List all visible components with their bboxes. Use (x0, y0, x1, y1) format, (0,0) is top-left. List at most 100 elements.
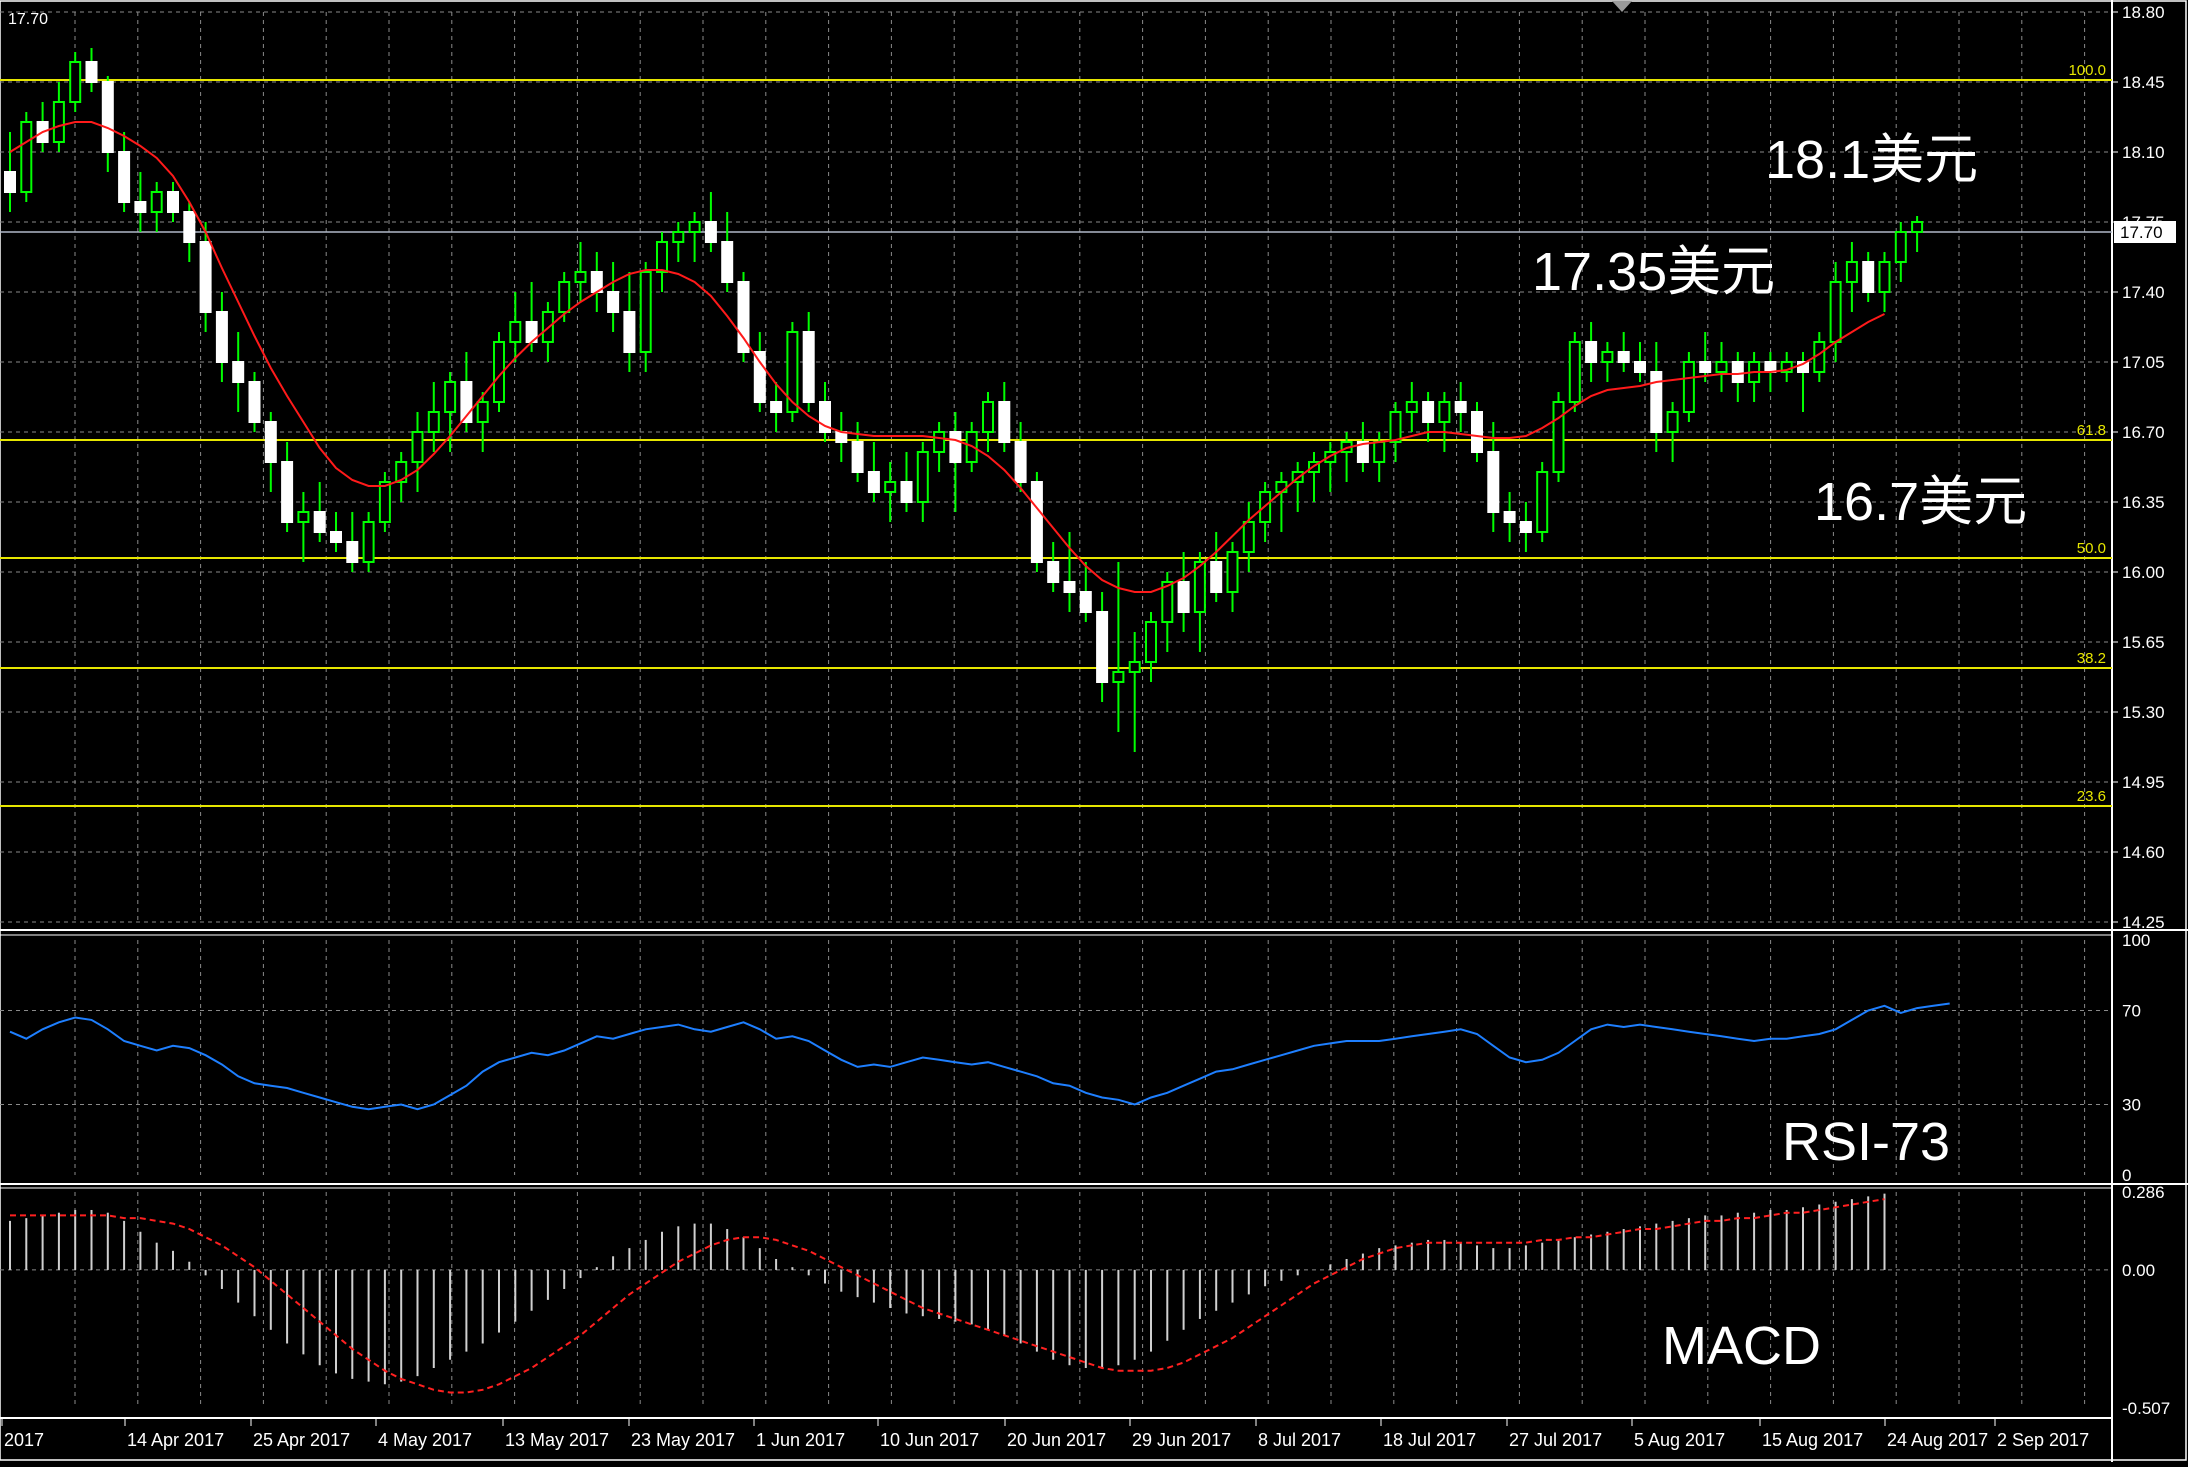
candle-body[interactable] (623, 311, 636, 353)
candle-body[interactable] (721, 241, 734, 283)
candle-body[interactable] (704, 221, 717, 243)
candle-body[interactable] (1666, 411, 1679, 433)
candle-body[interactable] (1389, 411, 1402, 443)
candle-body[interactable] (558, 281, 571, 313)
candle-body[interactable] (1030, 481, 1043, 563)
candle-body[interactable] (313, 511, 326, 533)
candle-body[interactable] (607, 291, 620, 313)
candle-body[interactable] (786, 331, 799, 413)
candle-body[interactable] (1552, 401, 1565, 473)
candle-body[interactable] (574, 271, 587, 283)
candle-body[interactable] (1096, 611, 1109, 683)
candle-body[interactable] (1601, 351, 1614, 363)
candle-body[interactable] (1063, 581, 1076, 593)
candle-body[interactable] (362, 521, 375, 563)
candle-body[interactable] (1731, 361, 1744, 383)
candle-body[interactable] (982, 401, 994, 433)
candle-body[interactable] (378, 481, 391, 523)
candle-body[interactable] (476, 401, 489, 423)
candle-body[interactable] (672, 231, 685, 243)
candle-body[interactable] (835, 431, 848, 443)
price-annotation: 16.7美元 (1814, 472, 2027, 532)
candle-body[interactable] (1422, 401, 1435, 423)
fib-level-label: 61.8 (2077, 422, 2106, 439)
candle-body[interactable] (1275, 481, 1288, 493)
candle-body[interactable] (248, 381, 261, 423)
candle-body[interactable] (118, 151, 131, 203)
candle-body[interactable] (346, 541, 359, 563)
candle-body[interactable] (1894, 231, 1907, 263)
chart-shift-marker[interactable] (1612, 1, 1632, 12)
candle-body[interactable] (753, 351, 766, 403)
candle-body[interactable] (998, 401, 1011, 443)
candle-body[interactable] (297, 511, 310, 523)
candle-body[interactable] (1715, 361, 1728, 373)
candle-body[interactable] (20, 121, 33, 193)
candle-body[interactable] (199, 241, 212, 313)
candle-body[interactable] (1585, 341, 1598, 363)
candle-body[interactable] (1568, 341, 1581, 403)
candle-body[interactable] (1617, 351, 1630, 363)
candle-body[interactable] (1519, 521, 1532, 533)
price-chart-svg[interactable]: 18.8018.4518.1017.7517.4017.0516.7016.35… (0, 0, 2188, 1462)
candle-body[interactable] (281, 461, 294, 523)
candle-body[interactable] (1210, 561, 1223, 593)
candle-body[interactable] (639, 271, 652, 353)
candle-body[interactable] (1405, 401, 1418, 413)
candle-body[interactable] (1047, 561, 1060, 583)
candle-body[interactable] (1862, 261, 1875, 293)
candle-body[interactable] (1911, 221, 1924, 233)
candle-body[interactable] (1014, 441, 1027, 483)
candle-body[interactable] (916, 451, 929, 503)
candle-body[interactable] (1145, 621, 1157, 663)
candle-body[interactable] (183, 211, 196, 243)
candle-body[interactable] (1177, 581, 1190, 613)
candle-body[interactable] (1487, 451, 1500, 513)
candle-body[interactable] (215, 311, 228, 363)
candle-body[interactable] (52, 101, 65, 143)
candle-body[interactable] (1112, 671, 1125, 683)
candle-body[interactable] (1438, 401, 1451, 423)
candle-body[interactable] (1764, 361, 1777, 373)
candle-body[interactable] (1079, 591, 1092, 613)
candle-body[interactable] (1634, 361, 1646, 373)
candle-body[interactable] (1682, 361, 1695, 413)
candle-body[interactable] (802, 331, 815, 403)
candle-body[interactable] (1128, 661, 1141, 673)
candle-body[interactable] (150, 191, 163, 213)
candle-body[interactable] (949, 431, 962, 463)
candle-body[interactable] (444, 381, 457, 413)
candle-body[interactable] (69, 61, 82, 103)
candle-body[interactable] (867, 471, 880, 493)
candle-body[interactable] (688, 221, 701, 233)
candle-body[interactable] (884, 481, 897, 493)
candle-body[interactable] (411, 431, 424, 463)
candle-body[interactable] (1699, 361, 1712, 373)
candle-body[interactable] (851, 441, 864, 473)
candle-body[interactable] (1242, 521, 1255, 553)
candle-body[interactable] (1878, 261, 1891, 293)
candle-body[interactable] (134, 201, 147, 213)
candle-body[interactable] (1226, 551, 1239, 593)
candle-body[interactable] (900, 481, 913, 503)
candle-body[interactable] (232, 361, 245, 383)
candle-body[interactable] (330, 531, 342, 543)
candle-body[interactable] (933, 431, 946, 453)
candle-body[interactable] (1503, 511, 1516, 523)
candle-body[interactable] (85, 61, 98, 83)
candle-body[interactable] (1471, 411, 1483, 453)
candle-body[interactable] (1829, 281, 1842, 343)
candle-body[interactable] (101, 81, 114, 153)
candle-body[interactable] (1845, 261, 1858, 283)
candle-body[interactable] (1454, 401, 1467, 413)
candle-body[interactable] (4, 171, 16, 193)
candle-body[interactable] (656, 241, 668, 273)
candle-body[interactable] (509, 321, 522, 343)
candle-body[interactable] (770, 401, 783, 413)
candle-body[interactable] (167, 191, 179, 213)
candle-body[interactable] (427, 411, 440, 433)
date-tick-label: 1 Jun 2017 (756, 1430, 845, 1450)
candle-body[interactable] (1536, 471, 1549, 533)
candle-body[interactable] (264, 421, 277, 463)
candle-body[interactable] (1373, 441, 1386, 463)
